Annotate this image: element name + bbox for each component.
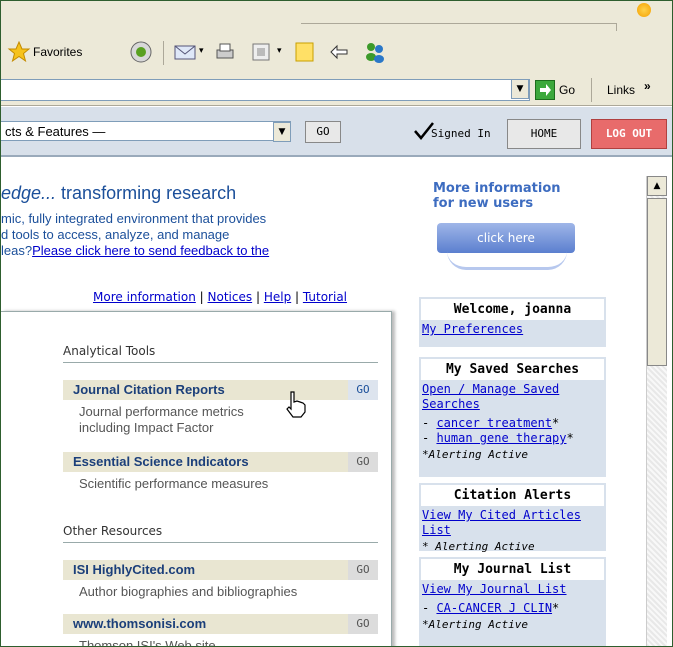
product-go-button[interactable]: GO	[348, 560, 378, 580]
analytical-tools-heading: Analytical Tools	[63, 344, 156, 358]
new-users-promo: More information for new users click her…	[433, 181, 603, 270]
saved-search-item: - human gene therapy*	[422, 431, 574, 445]
vertical-scrollbar[interactable]: ▲	[646, 176, 667, 646]
mail-dropdown-icon[interactable]: ▾	[199, 45, 204, 56]
alerting-active-note: * Alerting Active	[422, 540, 535, 553]
go-arrow-icon[interactable]	[535, 80, 555, 100]
tagline: edge... transforming research	[1, 183, 237, 203]
open-manage-saved-link[interactable]: Open / Manage Saved Searches	[419, 382, 606, 412]
help-link[interactable]: Help	[264, 290, 291, 304]
links-chevron-icon[interactable]: »	[644, 79, 651, 93]
messenger-icon[interactable]	[363, 40, 387, 64]
journal-link[interactable]: CA-CANCER J CLIN	[436, 601, 552, 615]
research-icon[interactable]	[327, 40, 351, 64]
product-row-thomsonisi[interactable]: www.thomsonisi.com GO	[63, 614, 378, 634]
edit-dropdown-icon[interactable]: ▾	[277, 45, 282, 56]
saved-search-link[interactable]: cancer treatment	[436, 416, 552, 430]
view-cited-articles-link[interactable]: View My Cited Articles List	[419, 508, 606, 538]
mail-icon[interactable]	[173, 40, 197, 64]
saved-searches-box: My Saved Searches Open / Manage Saved Sea…	[419, 357, 606, 477]
logout-button[interactable]: LOG OUT	[591, 119, 667, 149]
journal-item: - CA-CANCER J CLIN*	[422, 601, 560, 615]
alerting-active-note: *Alerting Active	[422, 618, 528, 631]
window-frame: Favorites ▾ ▾ ▼ Go Links » cts & Feature…	[0, 0, 673, 647]
scroll-thumb[interactable]	[647, 198, 667, 366]
info-links: More information | Notices | Help | Tuto…	[93, 290, 348, 304]
tutorial-link[interactable]: Tutorial	[303, 290, 347, 304]
other-resources-heading: Other Resources	[63, 524, 163, 538]
favorites-label[interactable]: Favorites	[33, 45, 82, 59]
saved-search-item: - cancer treatment*	[422, 416, 560, 430]
scroll-up-icon[interactable]: ▲	[647, 176, 667, 196]
welcome-title: Welcome, joanna	[421, 299, 604, 320]
home-button[interactable]: HOME	[507, 119, 581, 149]
citation-alerts-box: Citation Alerts View My Cited Articles L…	[419, 483, 606, 553]
hand-cursor-icon	[283, 390, 309, 422]
product-description: Author biographies and bibliographies	[79, 584, 298, 599]
alerting-active-note: *Alerting Active	[422, 448, 528, 461]
product-name[interactable]: Journal Citation Reports	[73, 382, 225, 397]
address-input[interactable]	[1, 79, 530, 101]
go-button[interactable]: Go	[559, 83, 575, 97]
view-journal-list-link[interactable]: View My Journal List	[419, 582, 606, 597]
product-description: Thomson ISI's Web site	[79, 638, 216, 647]
standard-toolbar: Favorites ▾ ▾	[1, 31, 672, 76]
address-bar-row: ▼ Go Links »	[1, 75, 672, 106]
signed-in-label: Signed In	[431, 127, 491, 140]
citation-alerts-title: Citation Alerts	[421, 485, 604, 506]
journal-list-box: My Journal List View My Journal List - C…	[419, 557, 606, 646]
notices-link[interactable]: Notices	[208, 290, 253, 304]
product-select-dropdown-icon[interactable]: ▼	[273, 122, 291, 142]
product-description: Journal performance metrics including Im…	[79, 404, 244, 435]
product-name[interactable]: ISI HighlyCited.com	[73, 562, 195, 577]
intro-text: mic, fully integrated environment that p…	[1, 211, 270, 258]
edit-icon[interactable]	[249, 40, 273, 64]
media-icon[interactable]	[129, 40, 153, 64]
product-row-esi[interactable]: Essential Science Indicators GO	[63, 452, 378, 472]
saved-searches-title: My Saved Searches	[421, 359, 604, 380]
products-panel: Analytical Tools Journal Citation Report…	[1, 311, 392, 647]
product-go-button[interactable]: GO	[348, 614, 378, 634]
feedback-link[interactable]: Please click here to send feedback to th…	[32, 243, 269, 258]
product-name[interactable]: Essential Science Indicators	[73, 454, 249, 469]
discuss-icon[interactable]	[293, 40, 317, 64]
more-information-link[interactable]: More information	[93, 290, 196, 304]
swoosh-decoration	[447, 251, 567, 270]
my-preferences-link[interactable]: My Preferences	[419, 322, 606, 337]
product-go-button[interactable]: GO	[348, 380, 378, 400]
product-select[interactable]: cts & Features —	[1, 121, 291, 141]
saved-search-link[interactable]: human gene therapy	[436, 431, 566, 445]
address-dropdown-icon[interactable]: ▼	[511, 79, 529, 99]
product-name[interactable]: www.thomsonisi.com	[73, 616, 206, 631]
print-icon[interactable]	[213, 40, 237, 64]
click-here-button[interactable]: click here	[437, 223, 575, 253]
app-header: cts & Features — ▼ GO Signed In HOME LOG…	[1, 107, 672, 157]
welcome-box: Welcome, joanna My Preferences	[419, 297, 606, 347]
menu-bar	[1, 1, 672, 32]
product-go-button[interactable]: GO	[305, 121, 341, 143]
product-go-button[interactable]: GO	[348, 452, 378, 472]
windows-logo-icon	[637, 3, 651, 17]
links-button[interactable]: Links	[607, 83, 635, 97]
product-row-highlycited[interactable]: ISI HighlyCited.com GO	[63, 560, 378, 580]
product-description: Scientific performance measures	[79, 476, 269, 491]
journal-list-title: My Journal List	[421, 559, 604, 580]
product-row-jcr[interactable]: Journal Citation Reports GO	[63, 380, 378, 400]
favorites-star-icon[interactable]	[7, 40, 31, 64]
